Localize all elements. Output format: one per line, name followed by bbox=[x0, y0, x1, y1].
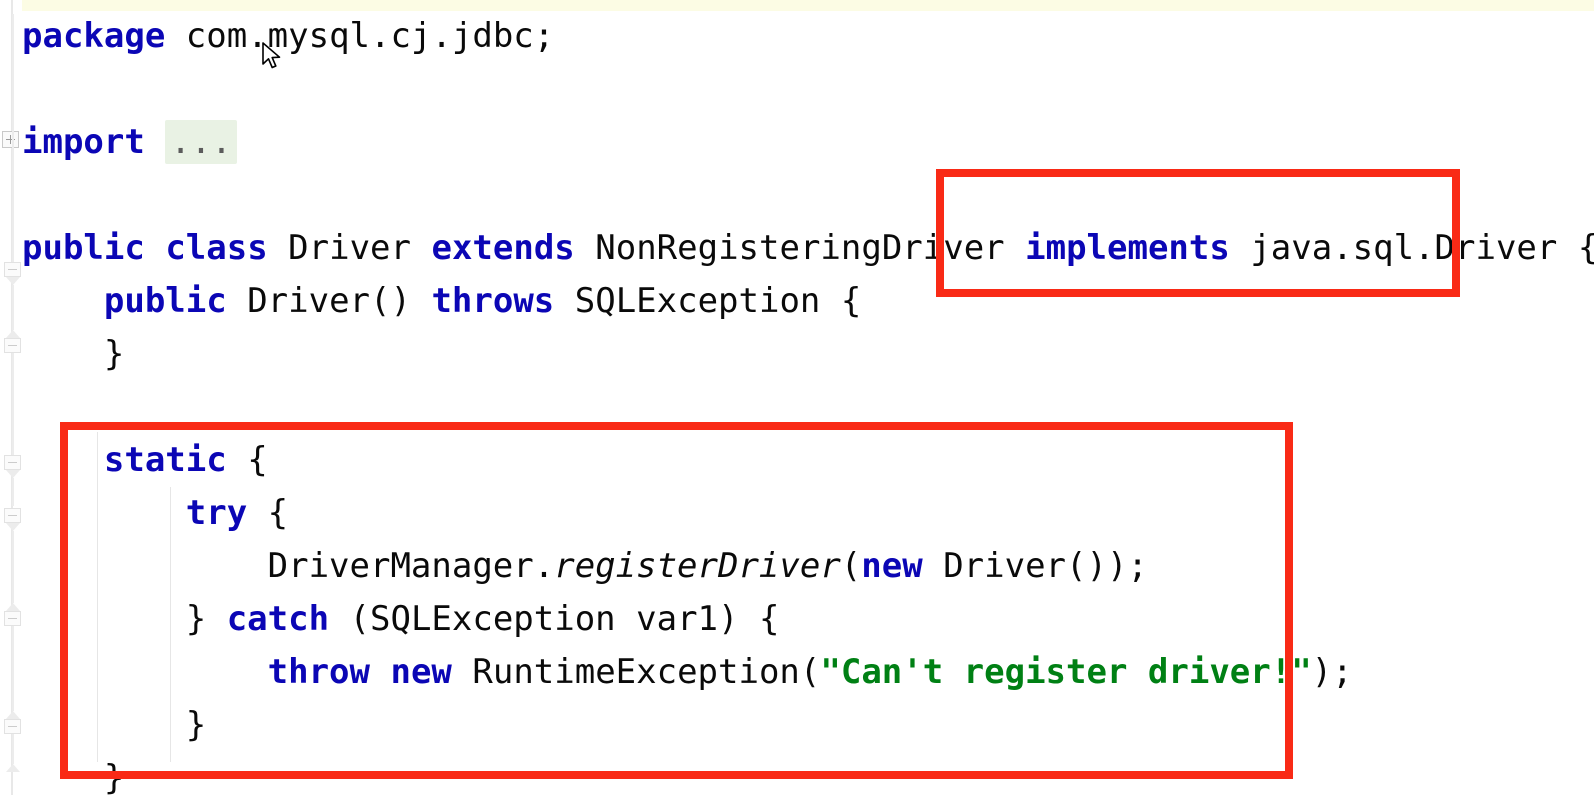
code-line-register[interactable]: DriverManager.registerDriver(new Driver(… bbox=[22, 540, 1148, 593]
code-line-import[interactable]: import ... bbox=[22, 116, 237, 169]
code-token: Driver bbox=[288, 228, 411, 268]
code-line-package[interactable]: package com.mysql.cj.jdbc; bbox=[22, 10, 554, 63]
code-token: { bbox=[226, 440, 268, 480]
code-token: extends bbox=[431, 228, 575, 268]
mouse-cursor bbox=[262, 42, 281, 69]
code-token: ); bbox=[1311, 652, 1353, 692]
fold-collapse-marker-constructor-end[interactable] bbox=[4, 338, 21, 353]
folded-imports-placeholder[interactable]: ... bbox=[165, 120, 237, 164]
code-token: (SQLException var1) { bbox=[349, 599, 780, 639]
code-token: static bbox=[103, 440, 227, 480]
fold-collapse-marker-static-end[interactable] bbox=[4, 719, 21, 734]
code-token: throws bbox=[431, 281, 555, 321]
code-token: package bbox=[22, 16, 166, 56]
code-token: java.sql.Driver bbox=[1250, 228, 1558, 268]
fold-region-end-arrow-static bbox=[6, 764, 20, 772]
code-token: try bbox=[185, 493, 248, 533]
code-token: implements bbox=[1025, 228, 1230, 268]
code-token: } bbox=[22, 705, 207, 745]
code-token: SQLException bbox=[574, 281, 821, 321]
code-token: new bbox=[861, 546, 923, 586]
fold-region-end-arrow-constructor bbox=[6, 330, 20, 338]
code-token: NonRegisteringDriver bbox=[595, 228, 1005, 268]
code-line-class-decl[interactable]: public class Driver extends NonRegisteri… bbox=[22, 222, 1594, 275]
code-token: RuntimeException( bbox=[472, 652, 821, 692]
code-line-try[interactable]: try { bbox=[22, 487, 288, 540]
code-token: com.mysql.cj.jdbc; bbox=[185, 16, 555, 56]
code-token: { bbox=[820, 281, 862, 321]
code-token: } bbox=[22, 334, 125, 374]
code-token: } bbox=[22, 758, 125, 795]
code-token: public bbox=[103, 281, 227, 321]
code-line-catch[interactable]: } catch (SQLException var1) { bbox=[22, 593, 780, 646]
editor-gutter bbox=[0, 0, 22, 795]
fold-region-start-arrow-constructor bbox=[6, 277, 20, 285]
fold-collapse-marker-catch[interactable] bbox=[4, 611, 21, 626]
fold-region-start-arrow-static bbox=[6, 470, 20, 478]
code-line-static-close[interactable]: } bbox=[22, 752, 124, 795]
code-line-constructor[interactable]: public Driver() throws SQLException { bbox=[22, 275, 861, 328]
code-token: { bbox=[247, 493, 289, 533]
code-token: registerDriver bbox=[554, 546, 841, 586]
code-editor-screen: package com.mysql.cj.jdbc; import ... pu… bbox=[0, 0, 1594, 795]
code-line-throw[interactable]: throw new RuntimeException("Can't regist… bbox=[22, 646, 1353, 699]
fold-region-line-try bbox=[12, 531, 14, 603]
fold-collapse-marker-constructor[interactable] bbox=[4, 262, 21, 277]
code-token: throw bbox=[267, 652, 370, 692]
code-token: Driver() bbox=[247, 281, 411, 321]
code-token: { bbox=[1557, 228, 1594, 268]
code-token: DriverManager. bbox=[267, 546, 555, 586]
code-token: public bbox=[22, 228, 145, 268]
code-token: ( bbox=[840, 546, 862, 586]
code-token: class bbox=[165, 228, 268, 268]
code-token: catch bbox=[226, 599, 330, 639]
code-line-static[interactable]: static { bbox=[22, 434, 268, 487]
fold-region-line-class bbox=[12, 14, 14, 269]
fold-region-start-arrow-try bbox=[6, 523, 20, 531]
code-token: Driver()); bbox=[943, 546, 1148, 586]
fold-region-line-static bbox=[12, 478, 14, 506]
code-token: new bbox=[390, 652, 452, 692]
code-content[interactable]: package com.mysql.cj.jdbc; import ... pu… bbox=[22, 0, 1594, 795]
code-token: } bbox=[22, 599, 227, 639]
code-line-catch-close[interactable]: } bbox=[22, 699, 206, 752]
code-token: "Can't register driver!" bbox=[820, 652, 1312, 692]
code-token: import bbox=[22, 122, 145, 162]
fold-region-end-arrow-catch bbox=[6, 711, 20, 719]
fold-collapse-marker-static[interactable] bbox=[4, 455, 21, 470]
fold-region-line-gap bbox=[12, 353, 14, 463]
fold-region-line-catch bbox=[12, 626, 14, 711]
fold-collapse-marker-try[interactable] bbox=[4, 508, 21, 523]
fold-expand-marker-imports[interactable] bbox=[2, 131, 19, 148]
fold-region-line-constructor bbox=[12, 285, 14, 330]
code-line-ctor-close[interactable]: } bbox=[22, 328, 124, 381]
fold-region-end-arrow-try bbox=[6, 603, 20, 611]
fold-region-line-static-end bbox=[12, 734, 14, 764]
